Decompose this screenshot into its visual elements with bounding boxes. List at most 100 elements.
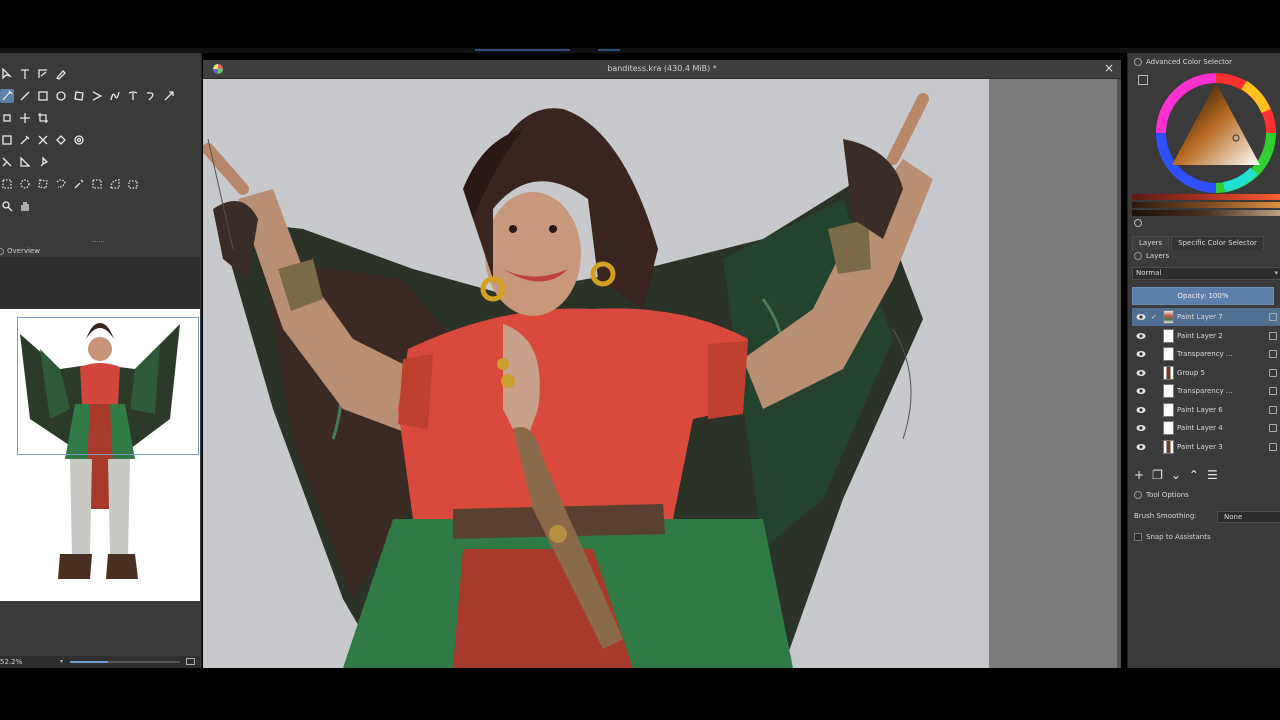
move-tool[interactable] xyxy=(18,111,32,125)
move-layer-up-icon[interactable]: ⌃ xyxy=(1189,469,1199,481)
layer-row[interactable]: Transparency ... xyxy=(1132,382,1280,400)
lock-icon[interactable] xyxy=(1269,387,1277,395)
ellipse-tool[interactable] xyxy=(54,89,68,103)
line-tool[interactable] xyxy=(18,89,32,103)
checkmark-icon[interactable] xyxy=(1149,368,1159,378)
move-layer-down-icon[interactable]: ⌄ xyxy=(1171,469,1181,481)
smart-patch-tool[interactable] xyxy=(36,133,50,147)
polygon-tool[interactable] xyxy=(72,89,86,103)
zoom-slider[interactable] xyxy=(70,661,180,663)
tab-specific-color-selector[interactable]: Specific Color Selector xyxy=(1171,236,1264,250)
docker-float-icon[interactable] xyxy=(1134,58,1142,66)
opacity-slider[interactable]: Opacity: 100% xyxy=(1132,287,1274,305)
duplicate-layer-icon[interactable]: ❐ xyxy=(1152,469,1163,481)
zoom-tool[interactable] xyxy=(0,199,14,213)
layer-row[interactable]: Group 5 xyxy=(1132,364,1280,382)
docker-grip[interactable] xyxy=(92,241,104,244)
contiguous-select-tool[interactable] xyxy=(72,177,86,191)
color-history-bar-1[interactable] xyxy=(1132,194,1280,200)
snap-to-assistants-checkbox[interactable] xyxy=(1134,533,1142,541)
lock-icon[interactable] xyxy=(1269,405,1277,414)
similar-select-tool[interactable] xyxy=(90,177,104,191)
checkmark-icon[interactable] xyxy=(1149,386,1159,396)
eye-icon[interactable] xyxy=(1136,405,1146,415)
eye-icon[interactable] xyxy=(1136,368,1146,378)
layer-row[interactable]: Transparency ... xyxy=(1132,345,1280,363)
checkmark-icon[interactable] xyxy=(1149,331,1159,341)
color-history-bar-2[interactable] xyxy=(1132,202,1280,208)
checkmark-icon[interactable]: ✓ xyxy=(1149,312,1159,322)
color-history-bar-3[interactable] xyxy=(1132,210,1280,216)
tab-layers[interactable]: Layers xyxy=(1132,236,1170,250)
lock-icon[interactable] xyxy=(1269,331,1277,340)
layer-row[interactable]: Paint Layer 2 xyxy=(1132,327,1280,345)
freehand-path-tool[interactable] xyxy=(126,89,140,103)
add-layer-icon[interactable]: + xyxy=(1134,469,1144,481)
layer-row[interactable]: Paint Layer 6 xyxy=(1132,401,1280,419)
transform-tool[interactable] xyxy=(0,111,14,125)
blend-mode-select[interactable]: Normal ▾ xyxy=(1132,267,1280,280)
close-document-icon[interactable]: × xyxy=(1103,62,1115,74)
enclose-fill-tool[interactable] xyxy=(72,133,86,147)
lock-icon[interactable] xyxy=(1269,442,1277,451)
lock-icon[interactable] xyxy=(1269,368,1277,377)
rectangle-tool[interactable] xyxy=(36,89,50,103)
brush-smoothing-select[interactable]: None xyxy=(1217,511,1280,523)
eye-icon[interactable] xyxy=(1136,331,1146,341)
measure-tool[interactable] xyxy=(18,155,32,169)
canvas-viewport[interactable] xyxy=(203,79,1121,668)
lock-icon[interactable] xyxy=(1269,313,1277,321)
eye-icon[interactable] xyxy=(1136,386,1146,396)
multibrush-tool[interactable] xyxy=(162,89,176,103)
drawing-canvas[interactable] xyxy=(203,79,989,668)
lock-icon[interactable] xyxy=(1269,350,1277,358)
checkmark-icon[interactable] xyxy=(1149,423,1159,433)
docker-float-icon[interactable] xyxy=(0,247,4,255)
eye-icon[interactable] xyxy=(1136,349,1146,359)
text-tool[interactable] xyxy=(18,67,32,81)
layer-properties-icon[interactable]: ☰ xyxy=(1207,469,1218,481)
bezier-select-tool[interactable] xyxy=(108,177,122,191)
eye-icon[interactable] xyxy=(1136,423,1146,433)
crop-tool[interactable] xyxy=(36,111,50,125)
gradient-tool[interactable] xyxy=(0,133,14,147)
docker-float-icon[interactable] xyxy=(1134,491,1142,499)
select-shapes-tool[interactable] xyxy=(0,67,14,81)
checkmark-icon[interactable] xyxy=(1149,405,1159,415)
dynamic-brush-tool[interactable] xyxy=(144,89,158,103)
assistant-tool[interactable] xyxy=(0,155,14,169)
magnetic-select-tool[interactable] xyxy=(126,177,140,191)
overview-viewport-frame[interactable] xyxy=(17,317,199,455)
pan-tool[interactable] xyxy=(18,199,32,213)
bezier-tool[interactable] xyxy=(108,89,122,103)
fit-page-icon[interactable] xyxy=(186,658,195,665)
edit-shapes-tool[interactable] xyxy=(36,67,50,81)
fill-tool[interactable] xyxy=(54,133,68,147)
freehand-brush-tool[interactable] xyxy=(0,89,14,103)
ellipse-select-tool[interactable] xyxy=(18,177,32,191)
rect-select-tool[interactable] xyxy=(0,177,14,191)
eye-icon[interactable] xyxy=(1136,312,1146,322)
zoom-dropdown-icon[interactable]: ▾ xyxy=(60,658,63,665)
reference-images-tool[interactable] xyxy=(36,155,50,169)
layer-row[interactable]: Paint Layer 3 xyxy=(1132,438,1280,456)
vertical-scrollbar[interactable] xyxy=(1117,79,1121,668)
docker-float-icon[interactable] xyxy=(1134,252,1142,260)
layer-row[interactable]: Paint Layer 4 xyxy=(1132,419,1280,437)
checkmark-icon[interactable] xyxy=(1149,442,1159,452)
freehand-select-tool[interactable] xyxy=(54,177,68,191)
lock-icon[interactable] xyxy=(1269,424,1277,432)
eye-icon[interactable] xyxy=(1136,442,1146,452)
checkmark-icon[interactable] xyxy=(1149,349,1159,359)
snap-to-assistants-row[interactable]: Snap to Assistants xyxy=(1134,533,1211,541)
color-wheel[interactable] xyxy=(1154,71,1278,195)
color-selector-menu-icon[interactable] xyxy=(1138,75,1148,85)
zoom-level[interactable]: 52.2% xyxy=(0,658,22,666)
color-picker-tool[interactable] xyxy=(18,133,32,147)
polygon-select-tool[interactable] xyxy=(36,177,50,191)
refresh-icon[interactable] xyxy=(1134,219,1142,227)
calligraphy-tool[interactable] xyxy=(54,67,68,81)
layer-row[interactable]: ✓ Paint Layer 7 xyxy=(1132,308,1280,326)
polyline-tool[interactable] xyxy=(90,89,104,103)
overview-thumbnail[interactable] xyxy=(0,309,200,601)
